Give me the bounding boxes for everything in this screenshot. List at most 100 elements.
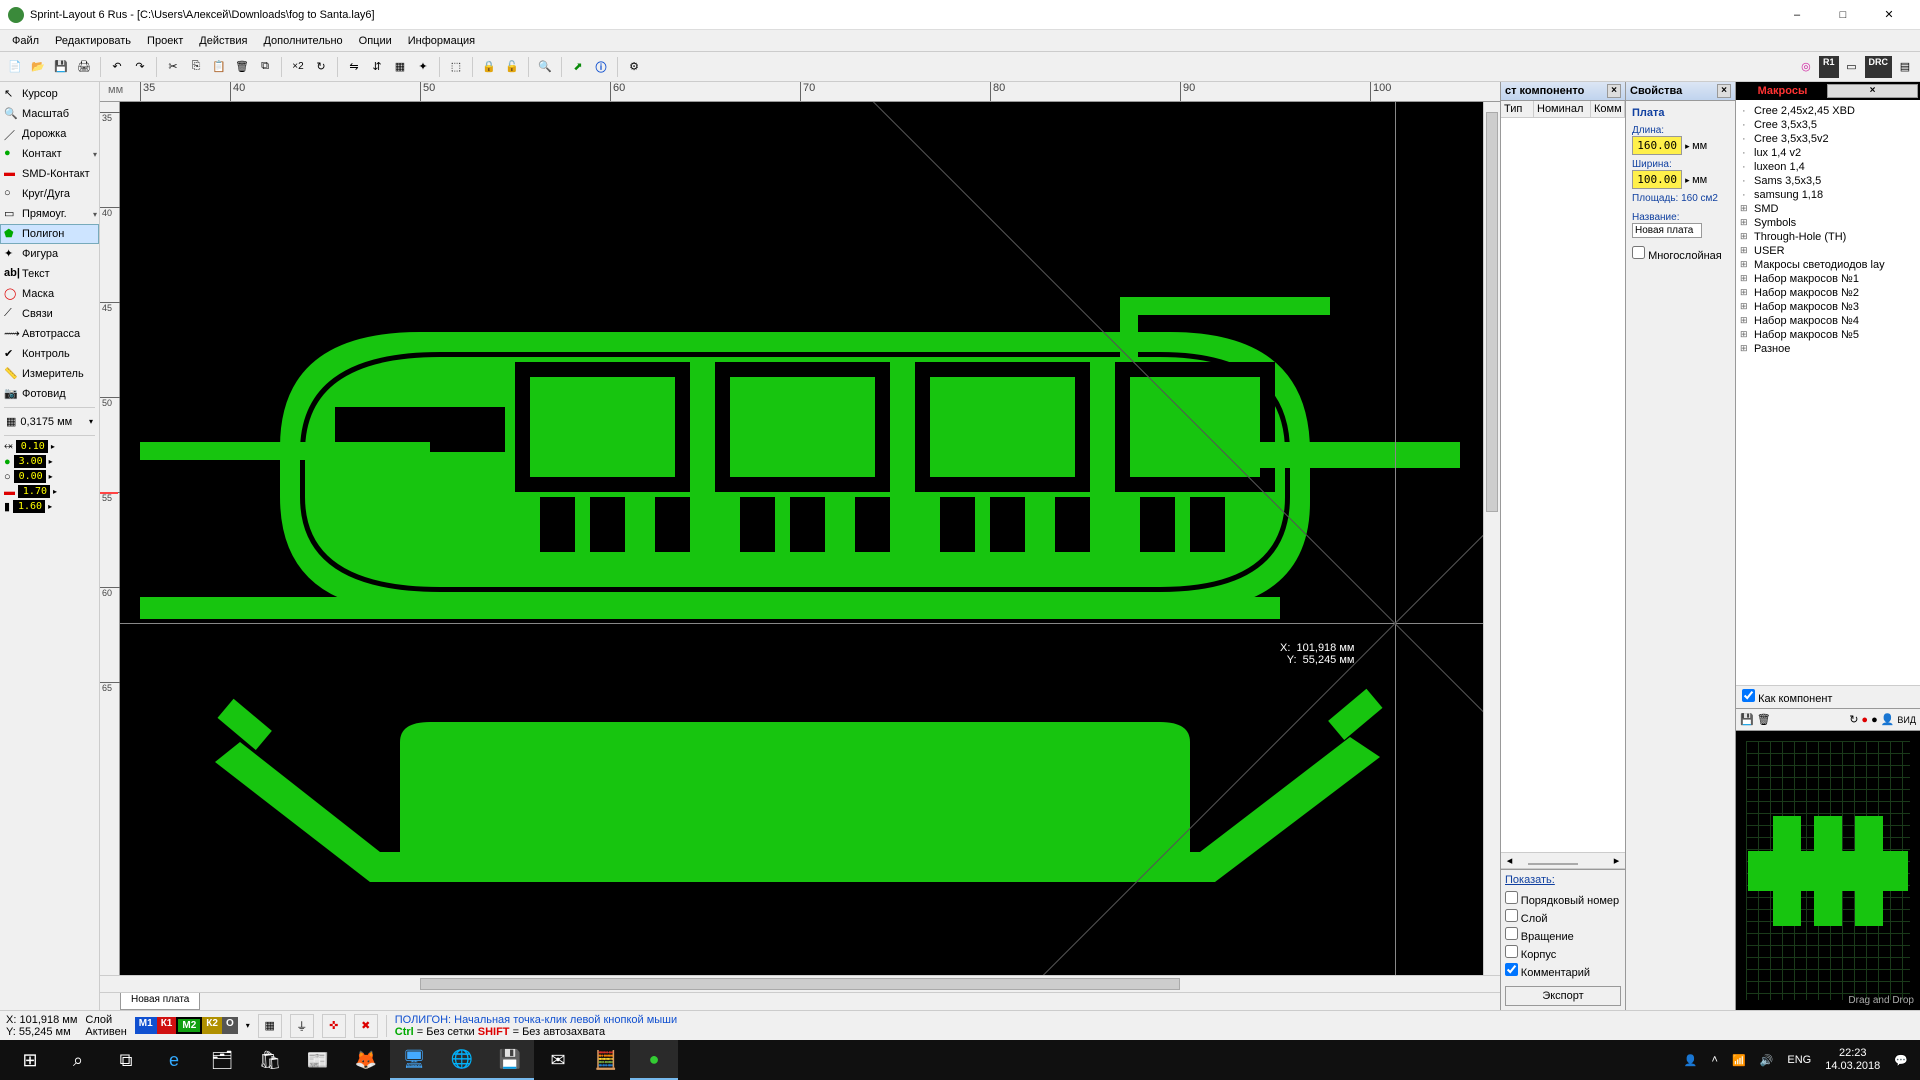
info-button[interactable]: ⓘ (590, 56, 612, 78)
redo-button[interactable]: ↷ (129, 56, 151, 78)
macro-item[interactable]: Cree 3,5x3,5v2 (1740, 132, 1916, 146)
vertical-scrollbar[interactable] (1483, 102, 1500, 975)
board-name-input[interactable] (1632, 223, 1702, 238)
mirror-v-button[interactable]: ⇵ (366, 56, 388, 78)
macro-folder[interactable]: Набор макросов №2 (1740, 286, 1916, 300)
macro-item[interactable]: Cree 3,5x3,5 (1740, 118, 1916, 132)
settings-button[interactable]: ⚙ (623, 56, 645, 78)
menu-actions[interactable]: Действия (191, 33, 255, 49)
tool-zoom[interactable]: 🔍Масштаб (0, 104, 99, 124)
horizontal-scrollbar[interactable] (100, 975, 1500, 992)
layers-button[interactable]: ▤ (1894, 56, 1916, 78)
show-opt-rotation[interactable]: Вращение (1505, 926, 1621, 944)
sprint-layout-icon[interactable]: ● (630, 1040, 678, 1080)
param-pad-outer[interactable]: ●3.00▸ (0, 454, 99, 469)
tool-measure[interactable]: 📏Измеритель (0, 364, 99, 384)
tray-up-icon[interactable]: ˄ (1712, 1054, 1718, 1066)
status-target-icon[interactable]: ✜ (322, 1014, 346, 1038)
macro-save-icon[interactable]: 💾 (1740, 713, 1754, 726)
macro-folder[interactable]: USER (1740, 244, 1916, 258)
tool-rect[interactable]: ▭Прямоуг.▾ (0, 204, 99, 224)
edge-icon[interactable]: e (150, 1040, 198, 1080)
new-button[interactable]: 📄 (4, 56, 26, 78)
component-hscroll[interactable]: ◂▸ (1501, 852, 1625, 869)
paste-button[interactable]: 📋 (208, 56, 230, 78)
ruler-horizontal[interactable]: мм 35 40 50 60 70 80 90 100 (100, 82, 1500, 102)
status-grid-icon[interactable]: ▦ (258, 1014, 282, 1038)
tool-pad[interactable]: ●Контакт▾ (0, 144, 99, 164)
macro-folder[interactable]: SMD (1740, 202, 1916, 216)
open-button[interactable]: 📂 (27, 56, 49, 78)
close-macros[interactable]: × (1827, 84, 1918, 98)
unlock-button[interactable]: 🔓 (501, 56, 523, 78)
menu-extra[interactable]: Дополнительно (255, 33, 350, 49)
show-opt-layer[interactable]: Слой (1505, 908, 1621, 926)
select-button[interactable]: ⬈ (567, 56, 589, 78)
macro-folder[interactable]: Набор макросов №3 (1740, 300, 1916, 314)
lock-button[interactable]: 🔒 (478, 56, 500, 78)
macro-refresh-icon[interactable]: ↻ (1849, 713, 1858, 726)
tool-smd[interactable]: ▬SMD-Контакт (0, 164, 99, 184)
cut-button[interactable]: ✂ (162, 56, 184, 78)
snap-button[interactable]: ✦ (412, 56, 434, 78)
param-track-width[interactable]: ⬾0.10▸ (0, 439, 99, 454)
board-tab[interactable]: Новая плата (120, 993, 200, 1010)
tray-network-icon[interactable]: 📶 (1732, 1054, 1746, 1067)
group-button[interactable]: ⬚ (445, 56, 467, 78)
tool-cursor[interactable]: ↖Курсор (0, 84, 99, 104)
tool-mask[interactable]: ◯Маска (0, 284, 99, 304)
show-opt-package[interactable]: Корпус (1505, 944, 1621, 962)
tray-volume-icon[interactable]: 🔊 (1760, 1054, 1774, 1067)
macro-folder[interactable]: Набор макросов №4 (1740, 314, 1916, 328)
calc-icon[interactable]: 🧮 (582, 1040, 630, 1080)
board-length[interactable]: 160.00 (1632, 136, 1682, 155)
board-width[interactable]: 100.00 (1632, 170, 1682, 189)
param-pad-inner[interactable]: ○0.00▸ (0, 469, 99, 484)
tray-clock[interactable]: 22:2314.03.2018 (1825, 1047, 1880, 1073)
pcb-canvas[interactable]: X: 101,918 мм Y: 55,245 мм (120, 102, 1483, 975)
rotate-button[interactable]: ↻ (310, 56, 332, 78)
drc-badge[interactable]: DRC (1865, 56, 1893, 78)
macro-folder[interactable]: Набор макросов №1 (1740, 272, 1916, 286)
system-tray[interactable]: 👤 ˄ 📶 🔊 ENG 22:2314.03.2018 💬 (1684, 1047, 1914, 1073)
r1-badge[interactable]: R1 (1819, 56, 1839, 78)
macro-dot-red[interactable]: ● (1861, 714, 1868, 726)
macro-item[interactable]: lux 1,4 v2 (1740, 146, 1916, 160)
menu-project[interactable]: Проект (139, 33, 191, 49)
macro-item[interactable]: luxeon 1,4 (1740, 160, 1916, 174)
menu-options[interactable]: Опции (351, 33, 400, 49)
close-component-panel[interactable]: × (1607, 84, 1621, 98)
tool-track[interactable]: ／Дорожка (0, 124, 99, 144)
app3-icon[interactable]: 🖥 (390, 1040, 438, 1080)
save-button[interactable]: 💾 (50, 56, 72, 78)
tray-lang[interactable]: ENG (1787, 1054, 1811, 1066)
x2-button[interactable]: ×2 (287, 56, 309, 78)
grid-setting[interactable]: ▦0,3175 мм▾ (0, 411, 99, 432)
macro-view-label[interactable]: ВИД (1897, 715, 1916, 725)
tool-text[interactable]: ab|Текст (0, 264, 99, 284)
component-list[interactable]: Тип Номинал Комм (1501, 101, 1625, 852)
show-opt-number[interactable]: Порядковый номер (1505, 890, 1621, 908)
macro-folder[interactable]: Through-Hole (TH) (1740, 230, 1916, 244)
menu-file[interactable]: Файл (4, 33, 47, 49)
macro-user-icon[interactable]: 👤 (1881, 713, 1895, 726)
macro-folder[interactable]: Symbols (1740, 216, 1916, 230)
close-properties[interactable]: × (1717, 84, 1731, 98)
undo-button[interactable]: ↶ (106, 56, 128, 78)
delete-button[interactable]: 🗑 (231, 56, 253, 78)
status-cross-icon[interactable]: ✖ (354, 1014, 378, 1038)
store-icon[interactable]: 🛍 (246, 1040, 294, 1080)
param-smd-h[interactable]: ▮1.60▸ (0, 499, 99, 514)
tool-figure[interactable]: ✦Фигура (0, 244, 99, 264)
copy-button[interactable]: ⎘ (185, 56, 207, 78)
tray-people-icon[interactable]: 👤 (1684, 1054, 1698, 1067)
app1-icon[interactable]: 📰 (294, 1040, 342, 1080)
menu-info[interactable]: Информация (400, 33, 483, 49)
macro-dot-black[interactable]: ● (1871, 714, 1878, 726)
search-icon[interactable]: ⌕ (54, 1040, 102, 1080)
app2-icon[interactable]: 🦊 (342, 1040, 390, 1080)
target-button[interactable]: ◎ (1795, 56, 1817, 78)
close-button[interactable]: ✕ (1866, 0, 1912, 30)
menu-edit[interactable]: Редактировать (47, 33, 139, 49)
components-button[interactable]: ▭ (1841, 56, 1863, 78)
